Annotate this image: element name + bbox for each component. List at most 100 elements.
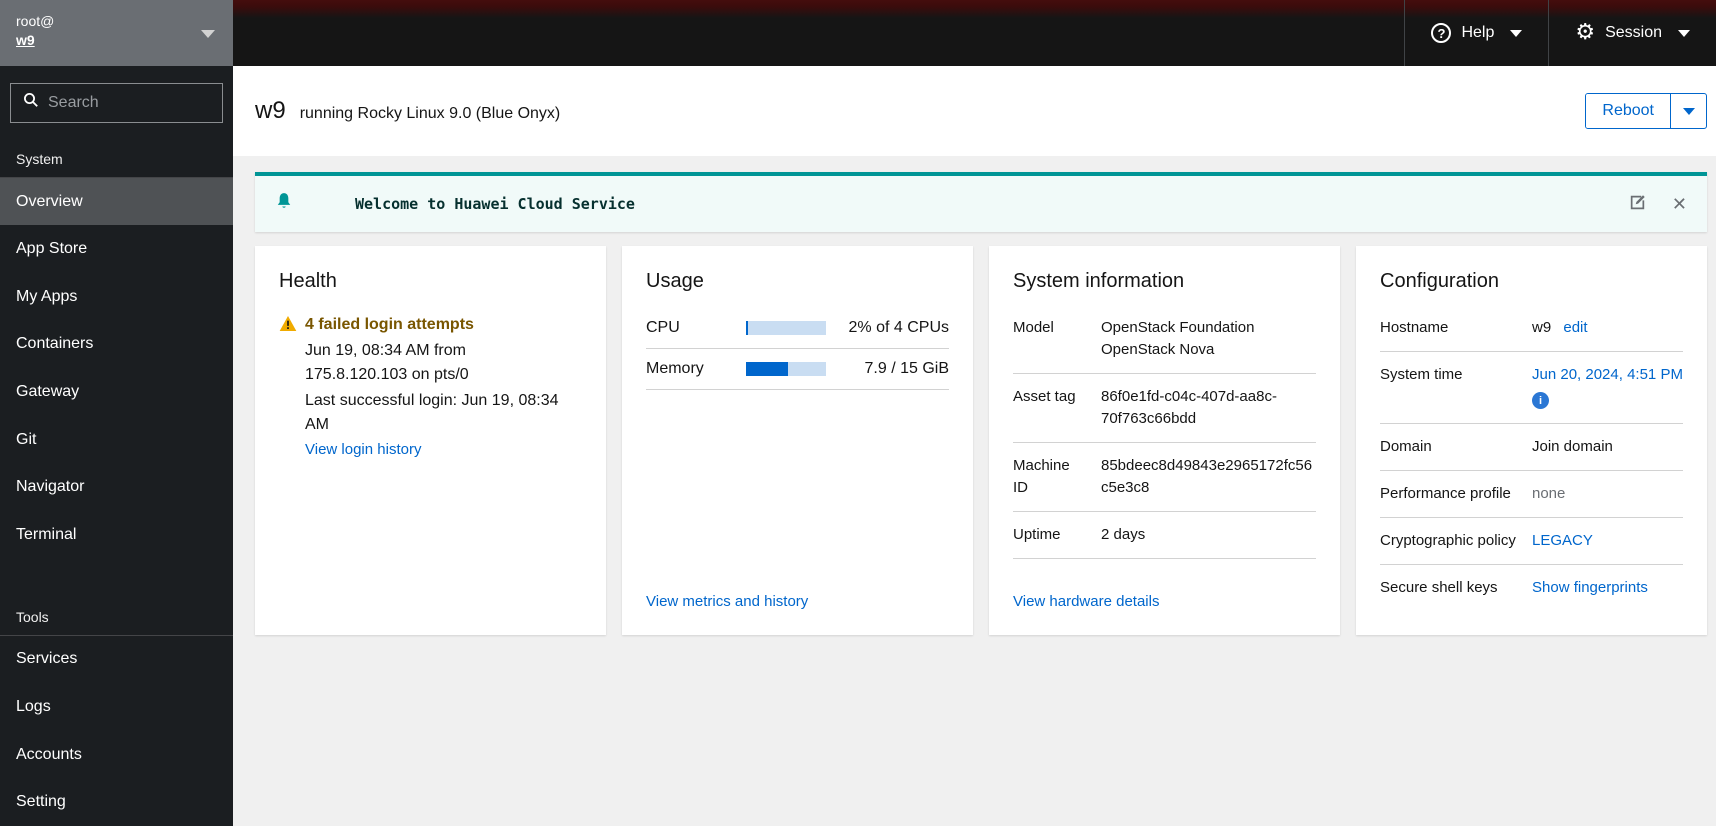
bell-icon: [275, 192, 293, 217]
page-header: w9 running Rocky Linux 9.0 (Blue Onyx) R…: [233, 66, 1716, 156]
chevron-down-icon: [201, 30, 215, 38]
model-value: OpenStack Foundation OpenStack Nova: [1101, 319, 1255, 358]
uptime-row: Uptime 2 days: [1013, 512, 1316, 559]
sidebar-item-gateway[interactable]: Gateway: [0, 368, 233, 416]
ssh-keys-label: Secure shell keys: [1380, 578, 1498, 596]
sidebar-item-accounts[interactable]: Accounts: [0, 731, 233, 779]
domain-label: Domain: [1380, 437, 1432, 455]
view-metrics-link[interactable]: View metrics and history: [646, 593, 808, 610]
content: Welcome to Huawei Cloud Service ✕ Health…: [233, 156, 1716, 826]
info-icon[interactable]: i: [1532, 392, 1549, 409]
memory-value: 7.9 / 15 GiB: [864, 360, 950, 377]
notification-banner: Welcome to Huawei Cloud Service ✕: [255, 172, 1707, 232]
hostname-label: Hostname: [1380, 319, 1449, 336]
cpu-usage-row: CPU 2% of 4 CPUs: [646, 315, 949, 349]
health-title: Health: [279, 270, 337, 292]
crypto-policy-label: Cryptographic policy: [1380, 531, 1516, 549]
sidebar-item-setting[interactable]: Setting: [0, 778, 233, 826]
edit-icon[interactable]: [1629, 194, 1646, 214]
failed-logins-text: 4 failed login attempts: [305, 316, 474, 333]
session-label: Session: [1605, 24, 1662, 41]
hostname-edit-link[interactable]: edit: [1563, 319, 1587, 336]
configuration-title: Configuration: [1380, 270, 1499, 292]
gear-icon: ⚙: [1575, 20, 1596, 45]
crypto-policy-link[interactable]: LEGACY: [1532, 530, 1593, 552]
ssh-keys-row: Secure shell keys Show fingerprints: [1380, 565, 1683, 611]
performance-profile-row: Performance profile none: [1380, 471, 1683, 518]
memory-usage-row: Memory 7.9 / 15 GiB: [646, 349, 949, 390]
sidebar-item-containers[interactable]: Containers: [0, 321, 233, 369]
search-icon: [23, 92, 39, 113]
system-time-row: System time Jun 20, 2024, 4:51 PM i: [1380, 352, 1683, 424]
search-input[interactable]: [48, 93, 210, 112]
model-label: Model: [1013, 319, 1054, 336]
session-menu[interactable]: ⚙ Session: [1548, 0, 1716, 66]
view-login-history-link[interactable]: View login history: [305, 441, 582, 458]
machine-id-row: Machine ID 85bdeec8d49843e2965172fc56c5e…: [1013, 443, 1316, 512]
cards-grid: Health 4 failed login attempts Jun 19, 0…: [255, 246, 1707, 635]
search-box[interactable]: [10, 82, 223, 123]
performance-profile-label: Performance profile: [1380, 484, 1511, 502]
sidebar-item-terminal[interactable]: Terminal: [0, 511, 233, 559]
system-time-link[interactable]: Jun 20, 2024, 4:51 PM: [1532, 366, 1683, 383]
cpu-progress-bar: [746, 321, 826, 335]
user-menu[interactable]: root@ w9: [0, 0, 233, 66]
crypto-policy-row: Cryptographic policy LEGACY: [1380, 518, 1683, 565]
view-hardware-link[interactable]: View hardware details: [1013, 593, 1159, 610]
sidebar-item-app-store[interactable]: App Store: [0, 225, 233, 273]
chevron-down-icon: [1678, 29, 1690, 37]
uptime-label: Uptime: [1013, 526, 1061, 543]
memory-label: Memory: [646, 360, 704, 377]
system-time-label: System time: [1380, 366, 1463, 383]
system-info-title: System information: [1013, 270, 1185, 292]
chevron-down-icon: [1682, 107, 1695, 115]
reboot-split-button: Reboot: [1585, 93, 1707, 129]
cpu-label: CPU: [646, 319, 680, 336]
machine-id-value: 85bdeec8d49843e2965172fc56c5e3c8: [1101, 457, 1313, 496]
user-name: root@: [16, 13, 55, 29]
user-host: w9: [16, 32, 35, 48]
search-container: [0, 66, 233, 139]
performance-profile-value: none: [1532, 484, 1566, 502]
sidebar-item-services[interactable]: Services: [0, 636, 233, 684]
reboot-dropdown-toggle[interactable]: [1670, 94, 1706, 128]
usage-card: Usage CPU 2% of 4 CPUs Memory 7.9 / 15 G…: [622, 246, 973, 635]
system-info-card: System information Model OpenStack Found…: [989, 246, 1340, 635]
model-row: Model OpenStack Foundation OpenStack Nov…: [1013, 315, 1316, 374]
sidebar: root@ w9 System Overview App Store My Ap…: [0, 0, 233, 826]
show-fingerprints-link[interactable]: Show fingerprints: [1532, 579, 1648, 596]
hostname-value: w9: [1532, 319, 1552, 336]
page-title-hostname: w9: [255, 97, 286, 124]
sidebar-item-navigator[interactable]: Navigator: [0, 464, 233, 512]
sidebar-item-logs[interactable]: Logs: [0, 683, 233, 731]
page-title-os: running Rocky Linux 9.0 (Blue Onyx): [299, 105, 561, 122]
configuration-card: Configuration Hostname w9 edit System ti…: [1356, 246, 1707, 635]
usage-title: Usage: [646, 270, 704, 292]
login-detail-line2: Last successful login: Jun 19, 08:34 AM: [305, 392, 559, 433]
sidebar-item-overview[interactable]: Overview: [0, 177, 233, 226]
warning-triangle-icon: [279, 315, 297, 337]
cpu-value: 2% of 4 CPUs: [848, 319, 949, 336]
sidebar-section-system: System: [16, 150, 63, 167]
close-icon[interactable]: ✕: [1672, 195, 1687, 213]
chevron-down-icon: [1510, 29, 1523, 37]
sidebar-section-tools: Tools: [16, 608, 49, 625]
reboot-button[interactable]: Reboot: [1586, 94, 1670, 128]
sidebar-item-git[interactable]: Git: [0, 416, 233, 464]
health-card: Health 4 failed login attempts Jun 19, 0…: [255, 246, 606, 635]
domain-row: Domain Join domain: [1380, 424, 1683, 471]
machine-id-label: Machine ID: [1013, 457, 1070, 496]
help-menu[interactable]: ? Help: [1404, 0, 1548, 66]
uptime-value: 2 days: [1101, 526, 1146, 543]
masthead: ? Help ⚙ Session: [233, 0, 1716, 66]
question-circle-icon: ?: [1431, 23, 1452, 43]
asset-tag-label: Asset tag: [1013, 388, 1076, 405]
hostname-row: Hostname w9 edit: [1380, 315, 1683, 352]
login-detail-line1: Jun 19, 08:34 AM from 175.8.120.103 on p…: [305, 342, 469, 383]
join-domain-link[interactable]: Join domain: [1532, 436, 1683, 458]
asset-tag-value: 86f0e1fd-c04c-407d-aa8c-70f763c66bdd: [1101, 388, 1277, 427]
asset-tag-row: Asset tag 86f0e1fd-c04c-407d-aa8c-70f763…: [1013, 374, 1316, 443]
memory-progress-bar: [746, 362, 826, 376]
sidebar-item-my-apps[interactable]: My Apps: [0, 273, 233, 321]
